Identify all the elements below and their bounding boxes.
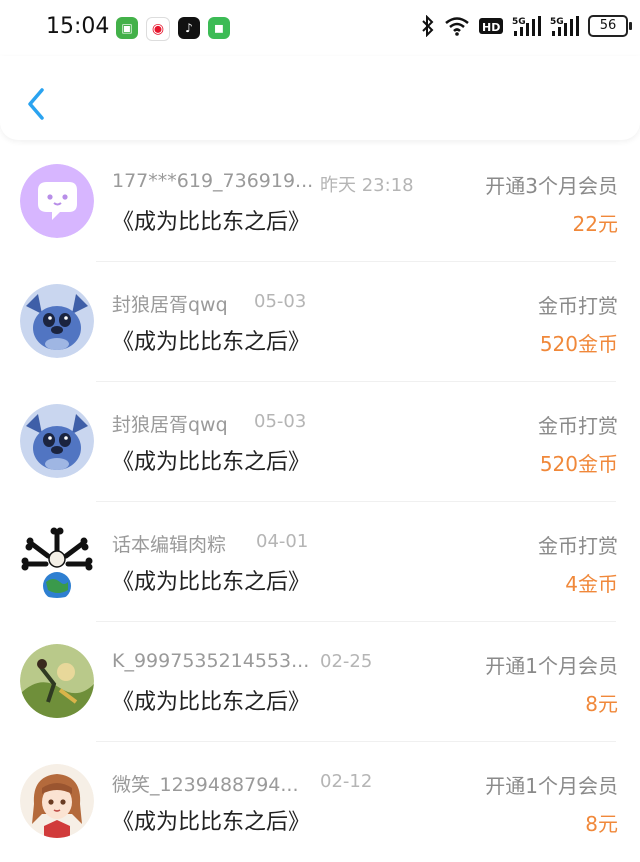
hd-icon: HD (479, 18, 503, 34)
bone-earth-avatar[interactable] (20, 524, 94, 598)
user-name: 微笑_1239488794... (112, 774, 299, 796)
user-name: K_9997535214553... (112, 650, 310, 672)
battery-icon: 56 (588, 15, 632, 37)
record-date: 04-01 (256, 531, 309, 552)
book-title: 《成为比比东之后》 (112, 210, 311, 235)
bluetooth-icon (422, 15, 434, 37)
record-type: 金币打赏 (538, 294, 618, 318)
user-name: 封狼居胥qwq (112, 294, 228, 316)
book-title: 《成为比比东之后》 (112, 570, 311, 595)
list-item[interactable]: 封狼居胥qwq 05-03 《成为比比东之后》 金币打赏 520金币 (0, 262, 640, 382)
system-icons: HD 5G 5G 56 (420, 15, 632, 37)
notification-icons: ▣ ◉ ♪ ◼ (116, 17, 230, 41)
record-date: 02-25 (320, 651, 373, 672)
record-type: 开通1个月会员 (485, 774, 618, 798)
record-date: 05-03 (254, 411, 307, 432)
stitch-avatar[interactable] (20, 404, 94, 478)
record-amount: 8元 (585, 692, 618, 716)
book-title: 《成为比比东之后》 (112, 810, 311, 835)
reward-record-list: 177***619_736919... 昨天 23:18 《成为比比东之后》 开… (0, 142, 640, 862)
signal-5g-icon: 5G (512, 16, 541, 36)
user-name: 封狼居胥qwq (112, 414, 228, 436)
weibo-icon: ◉ (146, 17, 170, 41)
list-item[interactable]: 177***619_736919... 昨天 23:18 《成为比比东之后》 开… (0, 142, 640, 262)
book-title: 《成为比比东之后》 (112, 450, 311, 475)
record-type: 金币打赏 (538, 414, 618, 438)
top-nav-bar (0, 56, 640, 140)
list-item[interactable]: K_9997535214553... 02-25 《成为比比东之后》 开通1个月… (0, 622, 640, 742)
record-amount: 4金币 (565, 572, 618, 596)
stitch-avatar[interactable] (20, 284, 94, 358)
anime-girl-avatar[interactable] (20, 764, 94, 838)
record-amount: 22元 (572, 212, 618, 236)
app-green-icon: ▣ (116, 17, 138, 39)
status-time: 15:04 (46, 14, 110, 39)
tiktok-icon: ♪ (178, 17, 200, 39)
back-button[interactable] (20, 84, 52, 124)
record-type: 开通3个月会员 (485, 174, 618, 198)
chat-bubble-avatar[interactable] (20, 164, 94, 238)
record-type: 开通1个月会员 (485, 654, 618, 678)
record-amount: 520金币 (539, 452, 618, 476)
list-item[interactable]: 微笑_1239488794... 02-12 《成为比比东之后》 开通1个月会员… (0, 742, 640, 862)
anime-scene-avatar[interactable] (20, 644, 94, 718)
book-title: 《成为比比东之后》 (112, 330, 311, 355)
svg-text:5G: 5G (550, 17, 564, 27)
signal-5g-icon-2: 5G (550, 16, 579, 36)
list-item[interactable]: 话本编辑肉粽 04-01 《成为比比东之后》 金币打赏 4金币 (0, 502, 640, 622)
list-item[interactable]: 封狼居胥qwq 05-03 《成为比比东之后》 金币打赏 520金币 (0, 382, 640, 502)
record-amount: 8元 (585, 812, 618, 836)
book-title: 《成为比比东之后》 (112, 690, 311, 715)
status-bar: 15:04 ▣ ◉ ♪ ◼ HD 5G 5G 56 (0, 0, 640, 56)
user-name: 177***619_736919... (112, 170, 314, 192)
wifi-icon (445, 17, 469, 36)
record-amount: 520金币 (539, 332, 618, 356)
record-type: 金币打赏 (538, 534, 618, 558)
record-date: 02-12 (320, 771, 373, 792)
wechat-icon: ◼ (208, 17, 230, 39)
svg-text:HD: HD (482, 21, 500, 34)
record-date: 05-03 (254, 291, 307, 312)
chevron-left-icon (28, 88, 44, 120)
user-name: 话本编辑肉粽 (112, 534, 227, 556)
svg-text:5G: 5G (512, 17, 526, 27)
record-date: 昨天 23:18 (320, 175, 414, 196)
